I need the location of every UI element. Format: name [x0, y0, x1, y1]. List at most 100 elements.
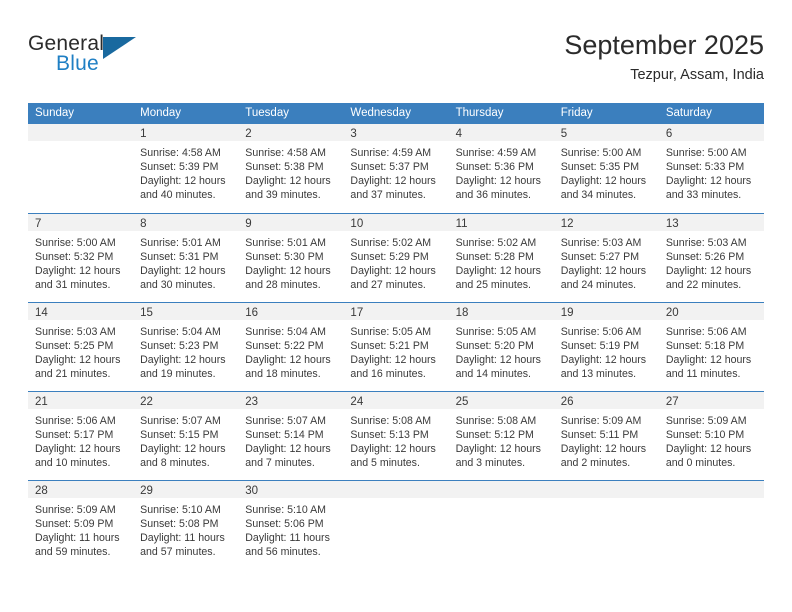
day-details: Sunrise: 4:58 AM Sunset: 5:39 PM Daylight:…	[133, 141, 238, 202]
calendar-day-cell[interactable]: 13 Sunrise: 5:03 AM Sunset: 5:26 PM Dayligh…	[658, 214, 764, 302]
day-number: 30	[245, 485, 259, 497]
day-number-band: 17	[343, 303, 449, 320]
calendar-day-cell[interactable]: 18 Sunrise: 5:05 AM Sunset: 5:20 PM Dayligh…	[448, 303, 554, 391]
calendar-day-cell[interactable]: 5 Sunrise: 5:00 AM Sunset: 5:35 PM Daylight…	[553, 124, 659, 213]
day-detail-line: Sunrise: 4:59 AM	[455, 147, 537, 159]
calendar-day-cell[interactable]: 29 Sunrise: 5:10 AM Sunset: 5:08 PM Dayligh…	[133, 481, 239, 569]
day-number-band: 21	[28, 392, 134, 409]
calendar-day-cell[interactable]: 2 Sunrise: 4:58 AM Sunset: 5:38 PM Daylight…	[238, 124, 344, 213]
day-detail-line: Sunset: 5:30 PM	[245, 251, 324, 263]
day-detail-line: Daylight: 12 hours	[455, 443, 541, 455]
day-detail-line: Sunrise: 5:06 AM	[560, 326, 642, 338]
day-detail-line: Daylight: 12 hours	[350, 443, 436, 455]
day-detail-line: Sunrise: 5:00 AM	[665, 147, 747, 159]
day-detail-line: and 18 minutes.	[245, 368, 321, 380]
day-number-band: 14	[28, 303, 134, 320]
day-detail-line: Daylight: 12 hours	[35, 443, 121, 455]
day-detail-line: Sunset: 5:26 PM	[665, 251, 745, 263]
day-detail-line: Daylight: 12 hours	[665, 443, 752, 455]
calendar-day-cell[interactable]: 8 Sunrise: 5:01 AM Sunset: 5:31 PM Daylight…	[133, 214, 239, 302]
day-detail-line: Sunrise: 5:08 AM	[455, 415, 537, 427]
day-detail-line: Daylight: 11 hours	[140, 532, 225, 544]
day-detail-line: and 39 minutes.	[245, 189, 321, 201]
day-number: 4	[455, 128, 462, 140]
day-detail-line: and 3 minutes.	[455, 457, 526, 469]
day-details	[449, 498, 554, 503]
day-detail-line: and 7 minutes.	[245, 457, 315, 469]
day-detail-line: Sunset: 5:14 PM	[245, 429, 324, 441]
day-detail-line: Sunrise: 4:59 AM	[350, 147, 432, 159]
calendar-day-cell[interactable]: 11 Sunrise: 5:02 AM Sunset: 5:28 PM Dayligh…	[448, 214, 554, 302]
day-details: Sunrise: 5:09 AM Sunset: 5:10 PM Daylight:…	[659, 409, 764, 470]
calendar-day-cell[interactable]: 26 Sunrise: 5:09 AM Sunset: 5:11 PM Dayligh…	[553, 392, 659, 480]
calendar-day-cell[interactable]: 22 Sunrise: 5:07 AM Sunset: 5:15 PM Dayligh…	[133, 392, 239, 480]
day-detail-line: Sunrise: 5:10 AM	[140, 504, 221, 516]
calendar-day-cell[interactable]: 20 Sunrise: 5:06 AM Sunset: 5:18 PM Dayligh…	[658, 303, 764, 391]
day-details: Sunrise: 5:03 AM Sunset: 5:25 PM Daylight:…	[28, 320, 133, 381]
day-details: Sunrise: 5:06 AM Sunset: 5:17 PM Daylight:…	[28, 409, 133, 470]
calendar-day-cell[interactable]: 10 Sunrise: 5:02 AM Sunset: 5:29 PM Dayligh…	[343, 214, 449, 302]
calendar-day-cell[interactable]: 16 Sunrise: 5:04 AM Sunset: 5:22 PM Dayligh…	[238, 303, 344, 391]
title-block: September 2025 Tezpur, Assam, India	[564, 28, 764, 86]
calendar-day-cell[interactable]: 4 Sunrise: 4:59 AM Sunset: 5:36 PM Daylight…	[448, 124, 554, 213]
calendar-day-cell[interactable]: 19 Sunrise: 5:06 AM Sunset: 5:19 PM Dayligh…	[553, 303, 659, 391]
day-number: 22	[140, 396, 153, 408]
calendar-week-row: 14 Sunrise: 5:03 AM Sunset: 5:25 PM Dayligh…	[28, 302, 764, 391]
calendar-day-cell[interactable]: 1 Sunrise: 4:58 AM Sunset: 5:39 PM Daylight…	[133, 124, 239, 213]
day-detail-line: Sunrise: 5:04 AM	[245, 326, 326, 338]
calendar-day-cell[interactable]: 14 Sunrise: 5:03 AM Sunset: 5:25 PM Dayligh…	[28, 303, 134, 391]
day-number: 16	[245, 307, 259, 319]
day-detail-line: and 16 minutes.	[350, 368, 426, 380]
day-detail-line: and 57 minutes.	[140, 546, 216, 558]
calendar-day-cell[interactable]: 15 Sunrise: 5:04 AM Sunset: 5:23 PM Dayligh…	[133, 303, 239, 391]
day-detail-line: Sunset: 5:09 PM	[35, 518, 114, 530]
weekday-header-sunday: Sunday	[35, 107, 75, 119]
day-number: 20	[665, 307, 679, 319]
day-detail-line: Sunset: 5:29 PM	[350, 251, 429, 263]
calendar-day-cell[interactable]: 28 Sunrise: 5:09 AM Sunset: 5:09 PM Dayligh…	[28, 481, 134, 569]
day-detail-line: Sunset: 5:28 PM	[455, 251, 534, 263]
day-detail-line: Sunrise: 5:03 AM	[560, 237, 642, 249]
day-number-band: 10	[343, 214, 449, 231]
day-number: 10	[350, 218, 364, 230]
day-detail-line: Sunset: 5:08 PM	[140, 518, 219, 530]
day-detail-line: Sunset: 5:37 PM	[350, 161, 429, 173]
day-detail-line: and 13 minutes.	[560, 368, 637, 380]
day-detail-line: Daylight: 12 hours	[245, 175, 331, 187]
calendar-day-cell-empty	[343, 481, 449, 569]
calendar-day-cell[interactable]: 17 Sunrise: 5:05 AM Sunset: 5:21 PM Dayligh…	[343, 303, 449, 391]
calendar-day-cell-empty	[28, 124, 134, 213]
day-detail-line: Daylight: 12 hours	[560, 175, 647, 187]
calendar-day-cell[interactable]: 12 Sunrise: 5:03 AM Sunset: 5:27 PM Dayligh…	[553, 214, 659, 302]
calendar-day-cell[interactable]: 21 Sunrise: 5:06 AM Sunset: 5:17 PM Dayligh…	[28, 392, 134, 480]
day-detail-line: Sunrise: 4:58 AM	[245, 147, 326, 159]
calendar-day-cell[interactable]: 3 Sunrise: 4:59 AM Sunset: 5:37 PM Daylight…	[343, 124, 449, 213]
day-detail-line: and 5 minutes.	[350, 457, 420, 469]
calendar-day-cell[interactable]: 7 Sunrise: 5:00 AM Sunset: 5:32 PM Daylight…	[28, 214, 134, 302]
day-details: Sunrise: 5:04 AM Sunset: 5:23 PM Daylight:…	[133, 320, 238, 381]
day-detail-line: Sunset: 5:23 PM	[140, 340, 219, 352]
general-blue-logo[interactable]: General Blue	[28, 32, 148, 84]
day-detail-line: Sunrise: 5:01 AM	[245, 237, 326, 249]
day-number: 3	[350, 128, 357, 140]
page-subtitle: Tezpur, Assam, India	[630, 67, 764, 83]
day-number: 6	[665, 128, 673, 140]
calendar-day-cell[interactable]: 23 Sunrise: 5:07 AM Sunset: 5:14 PM Dayligh…	[238, 392, 344, 480]
day-detail-line: Daylight: 12 hours	[665, 265, 752, 277]
calendar-day-cell[interactable]: 25 Sunrise: 5:08 AM Sunset: 5:12 PM Dayligh…	[448, 392, 554, 480]
calendar-day-cell[interactable]: 24 Sunrise: 5:08 AM Sunset: 5:13 PM Dayligh…	[343, 392, 449, 480]
day-detail-line: Sunset: 5:27 PM	[560, 251, 640, 263]
day-detail-line: Daylight: 12 hours	[455, 265, 541, 277]
day-number-band: 26	[553, 392, 659, 409]
day-detail-line: and 24 minutes.	[560, 279, 637, 291]
day-number-band: 1	[133, 124, 239, 141]
calendar-day-cell-empty	[658, 481, 764, 569]
calendar-day-cell[interactable]: 27 Sunrise: 5:09 AM Sunset: 5:10 PM Dayligh…	[658, 392, 764, 480]
day-details: Sunrise: 5:03 AM Sunset: 5:26 PM Daylight:…	[659, 231, 764, 292]
day-detail-line: Sunset: 5:31 PM	[140, 251, 219, 263]
calendar-week-row: 7 Sunrise: 5:00 AM Sunset: 5:32 PM Daylight…	[28, 213, 764, 302]
calendar-day-cell[interactable]: 6 Sunrise: 5:00 AM Sunset: 5:33 PM Daylight…	[658, 124, 764, 213]
weekday-header-thursday: Thursday	[455, 107, 504, 119]
calendar-day-cell[interactable]: 30 Sunrise: 5:10 AM Sunset: 5:06 PM Dayligh…	[238, 481, 344, 569]
calendar-day-cell[interactable]: 9 Sunrise: 5:01 AM Sunset: 5:30 PM Daylight…	[238, 214, 344, 302]
